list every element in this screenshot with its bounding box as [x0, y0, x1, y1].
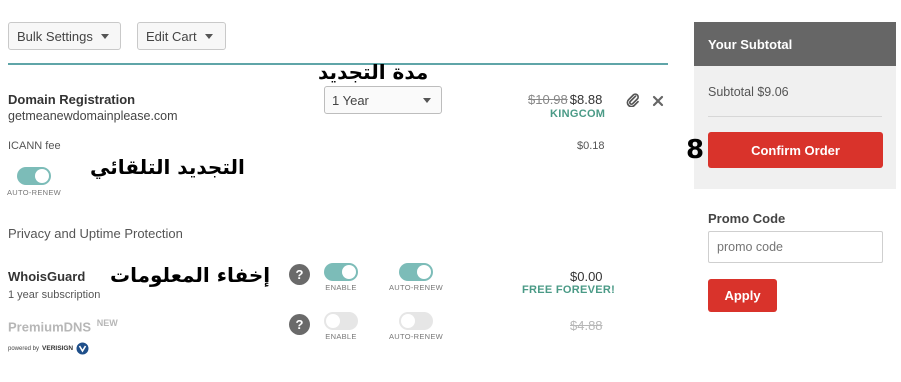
promo-code-input[interactable]	[708, 231, 883, 263]
premiumdns-price: $4.88	[570, 318, 603, 333]
promo-tag: KINGCOM	[550, 108, 606, 120]
whoisguard-enable-label: ENABLE	[325, 283, 357, 292]
verisign-text: VERISIGN	[42, 345, 74, 352]
domain-price: $10.98 $8.88	[528, 92, 602, 107]
verisign-check-icon	[76, 342, 89, 355]
toggle-knob	[326, 314, 340, 328]
powered-by-text: powered by	[8, 345, 40, 352]
edit-cart-label: Edit Cart	[146, 28, 197, 44]
close-icon[interactable]	[652, 94, 664, 107]
domain-auto-renew-label: AUTO-RENEW	[6, 188, 62, 197]
icann-fee-price: $0.18	[577, 140, 605, 152]
premiumdns-auto-renew-label: AUTO-RENEW	[388, 332, 444, 341]
whoisguard-enable-toggle[interactable]	[324, 263, 358, 281]
edit-cart-dropdown[interactable]: Edit Cart	[137, 22, 226, 50]
annotation-auto-renewal: التجديد التلقائي	[90, 155, 245, 179]
annotation-step-number: 8	[686, 135, 705, 165]
premiumdns-name: PremiumDNS	[8, 319, 92, 335]
toggle-knob	[417, 265, 431, 279]
domain-name: getmeanewdomainplease.com	[8, 109, 178, 123]
annotation-hide-info: إخفاء المعلومات	[110, 263, 271, 287]
icann-fee-label: ICANN fee	[8, 140, 61, 152]
whoisguard-price-note: FREE FOREVER!	[522, 284, 616, 296]
chevron-down-icon	[204, 33, 213, 39]
domain-old-price: $10.98	[528, 92, 568, 107]
chevron-down-icon	[100, 33, 109, 39]
domain-auto-renew-toggle[interactable]	[17, 167, 51, 185]
whoisguard-auto-renew-toggle[interactable]	[399, 263, 433, 281]
help-icon[interactable]: ?	[289, 264, 310, 285]
chevron-down-icon	[423, 97, 431, 103]
bulk-settings-dropdown[interactable]: Bulk Settings	[8, 22, 121, 50]
whoisguard-title: WhoisGuard	[8, 269, 86, 284]
domain-registration-title: Domain Registration	[8, 92, 136, 107]
apply-button[interactable]: Apply	[708, 279, 777, 312]
new-badge: NEW	[96, 318, 118, 328]
toggle-knob	[401, 314, 415, 328]
renewal-period-select[interactable]: 1 Year	[324, 86, 442, 114]
whoisguard-price: $0.00	[570, 269, 603, 284]
promo-code-title: Promo Code	[708, 211, 786, 226]
subtotal-text: Subtotal $9.06	[708, 85, 789, 99]
help-icon[interactable]: ?	[289, 314, 310, 335]
subtotal-header: Your Subtotal	[694, 22, 896, 66]
confirm-order-button[interactable]: Confirm Order	[708, 132, 883, 168]
renewal-period-value: 1 Year	[332, 92, 369, 108]
premiumdns-auto-renew-toggle[interactable]	[399, 312, 433, 330]
annotation-renewal-period: مدة التجديد	[318, 60, 429, 84]
divider	[708, 116, 882, 117]
whoisguard-subtitle: 1 year subscription	[8, 289, 101, 301]
paperclip-icon[interactable]	[626, 93, 640, 108]
premiumdns-enable-toggle[interactable]	[324, 312, 358, 330]
toggle-knob	[342, 265, 356, 279]
privacy-section-title: Privacy and Uptime Protection	[8, 226, 183, 241]
bulk-settings-label: Bulk Settings	[17, 28, 93, 44]
domain-new-price: $8.88	[569, 92, 603, 107]
verisign-logo: powered by VERISIGN	[8, 342, 89, 355]
whoisguard-auto-renew-label: AUTO-RENEW	[388, 283, 444, 292]
toggle-knob	[35, 169, 49, 183]
premiumdns-enable-label: ENABLE	[325, 332, 357, 341]
premiumdns-title: PremiumDNS NEW	[8, 318, 118, 334]
